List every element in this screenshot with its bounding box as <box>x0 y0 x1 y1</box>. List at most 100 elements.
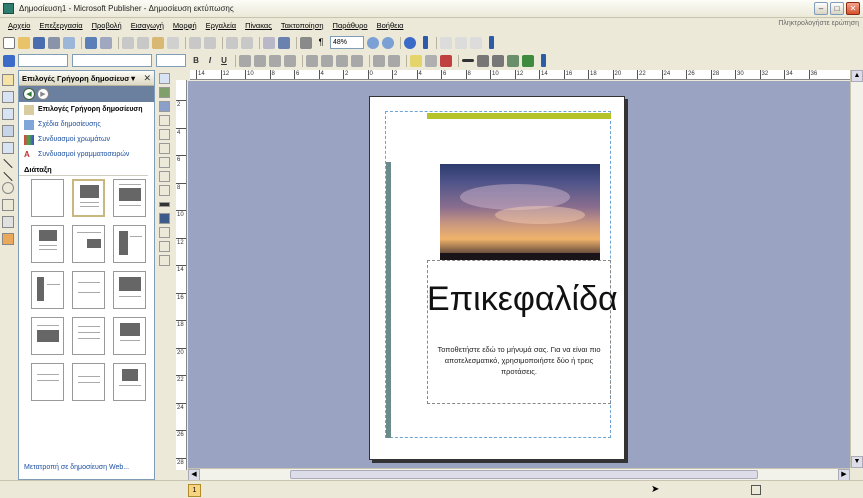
reset-picture-icon[interactable] <box>159 255 170 266</box>
format-picture-icon[interactable] <box>159 227 170 238</box>
accent-bar[interactable] <box>427 113 611 119</box>
menu-window[interactable]: Παράθυρο <box>333 21 368 30</box>
grow-font-icon[interactable] <box>373 54 385 67</box>
send-backward-icon[interactable] <box>241 36 253 49</box>
line-icon[interactable] <box>3 158 13 169</box>
line-style-icon[interactable] <box>159 202 170 207</box>
numbering-icon[interactable] <box>306 54 318 67</box>
print-icon[interactable] <box>48 36 60 49</box>
text-box-icon[interactable] <box>2 91 14 103</box>
toolbar-options-icon[interactable] <box>489 36 494 49</box>
increase-indent-icon[interactable] <box>351 54 363 67</box>
layout-thumb-selected[interactable] <box>72 179 105 217</box>
close-button[interactable]: ✕ <box>846 2 860 15</box>
new-icon[interactable] <box>3 36 15 49</box>
help-question-input[interactable]: Πληκτρολογήστε ερώτηση <box>778 20 859 27</box>
line-style-icon[interactable] <box>462 59 474 62</box>
page-layout-icon[interactable] <box>470 36 482 49</box>
save-icon[interactable] <box>33 36 45 49</box>
back-icon[interactable]: ◀ <box>23 88 35 100</box>
more-contrast-icon[interactable] <box>159 129 170 140</box>
autoshapes-icon[interactable] <box>2 216 14 228</box>
menu-arrange[interactable]: Τακτοποίηση <box>281 21 324 30</box>
picture-frame-icon[interactable] <box>2 142 14 154</box>
paragraph-marks-icon[interactable]: ¶ <box>315 37 327 49</box>
task-pane-title[interactable]: Επιλογές Γρήγορη δημοσίευσ▼ <box>22 74 137 83</box>
vertical-scrollbar[interactable]: ▲ ▼ <box>850 70 863 468</box>
font-select[interactable] <box>72 54 152 67</box>
horizontal-ruler[interactable]: 14 12 10 8 6 4 2 0 2 4 6 8 10 12 14 16 18 20 22 24 26 28 30 32 3… <box>190 70 850 80</box>
layout-thumb[interactable] <box>31 179 64 217</box>
layout-thumb[interactable] <box>72 271 105 309</box>
font-color-icon[interactable] <box>440 54 452 67</box>
dash-style-icon[interactable] <box>477 54 489 67</box>
layout-thumb[interactable] <box>31 271 64 309</box>
task-link-font-schemes[interactable]: A Συνδυασμοί γραμματοσειρών <box>19 147 154 162</box>
copy-icon[interactable] <box>137 36 149 49</box>
scroll-up-icon[interactable]: ▲ <box>851 70 863 82</box>
align-left-icon[interactable] <box>239 54 251 67</box>
justify-icon[interactable] <box>284 54 296 67</box>
less-brightness-icon[interactable] <box>159 171 170 182</box>
toolbar-options-icon[interactable] <box>541 54 546 67</box>
text-wrapping-icon[interactable] <box>159 213 170 224</box>
research-icon[interactable] <box>100 36 112 49</box>
layout-thumb[interactable] <box>113 225 146 263</box>
layout-thumb[interactable] <box>113 271 146 309</box>
insert-picture-icon[interactable] <box>159 101 170 112</box>
publication-page[interactable]: Επικεφαλίδα Τοποθετήστε εδώ το μήνυμά σα… <box>369 96 625 460</box>
shadow-style-icon[interactable] <box>507 54 519 67</box>
arrow-style-icon[interactable] <box>492 54 504 67</box>
bold-icon[interactable]: B <box>190 56 202 65</box>
task-link-color-schemes[interactable]: Συνδυασμοί χρωμάτων <box>19 132 154 147</box>
task-link-designs[interactable]: Σχέδια δημοσίευσης <box>19 117 154 132</box>
mail-icon[interactable] <box>278 36 290 49</box>
redo-icon[interactable] <box>204 36 216 49</box>
page-navigator-button[interactable]: 1 <box>188 484 201 497</box>
convert-to-web-link[interactable]: Μετατροπή σε δημοσίευση Web... <box>24 464 129 471</box>
clip-art-icon[interactable] <box>159 87 170 98</box>
layout-thumb[interactable] <box>31 317 64 355</box>
layout-thumb[interactable] <box>31 363 64 401</box>
style-select[interactable] <box>18 54 68 67</box>
horizontal-scrollbar[interactable]: ◀ ▶ <box>188 468 850 481</box>
web-tools-icon[interactable] <box>440 36 452 49</box>
menu-format[interactable]: Μορφή <box>173 21 197 30</box>
align-center-icon[interactable] <box>254 54 266 67</box>
body-text[interactable]: Τοποθετήστε εδώ το μήνυμά σας. Για να εί… <box>430 344 608 377</box>
paste-icon[interactable] <box>152 36 164 49</box>
layout-thumb[interactable] <box>113 179 146 217</box>
menu-view[interactable]: Προβολή <box>92 21 122 30</box>
menu-edit[interactable]: Επεξεργασία <box>39 21 82 30</box>
layout-thumb[interactable] <box>72 317 105 355</box>
layout-thumb[interactable] <box>113 317 146 355</box>
cut-icon[interactable] <box>122 36 134 49</box>
hyperlink-icon[interactable] <box>263 36 275 49</box>
layout-thumb[interactable] <box>72 225 105 263</box>
headline-text[interactable]: Επικεφαλίδα <box>427 280 618 319</box>
rectangle-icon[interactable] <box>2 199 14 211</box>
layout-thumb[interactable] <box>113 363 146 401</box>
horizontal-scroll-thumb[interactable] <box>290 470 758 479</box>
side-bar[interactable] <box>386 162 391 438</box>
styles-icon[interactable] <box>3 54 15 67</box>
format-painter-icon[interactable] <box>167 36 179 49</box>
picture-toolbar-icon[interactable] <box>159 73 170 84</box>
open-icon[interactable] <box>18 36 30 49</box>
menu-help[interactable]: Βοήθεια <box>377 21 404 30</box>
publisher-app-icon[interactable] <box>3 3 14 14</box>
sunset-picture[interactable] <box>440 164 600 260</box>
wordart-icon[interactable] <box>2 125 14 137</box>
align-right-icon[interactable] <box>269 54 281 67</box>
font-size-select[interactable] <box>156 54 186 67</box>
arrow-icon[interactable] <box>3 171 13 182</box>
bullets-icon[interactable] <box>321 54 333 67</box>
less-contrast-icon[interactable] <box>159 143 170 154</box>
scroll-down-icon[interactable]: ▼ <box>851 456 863 468</box>
help-icon[interactable] <box>404 36 416 49</box>
zoom-out-icon[interactable] <box>367 36 379 49</box>
line-color-icon[interactable] <box>425 54 437 67</box>
crop-icon[interactable] <box>159 185 170 196</box>
zoom-in-icon[interactable] <box>382 36 394 49</box>
more-brightness-icon[interactable] <box>159 157 170 168</box>
